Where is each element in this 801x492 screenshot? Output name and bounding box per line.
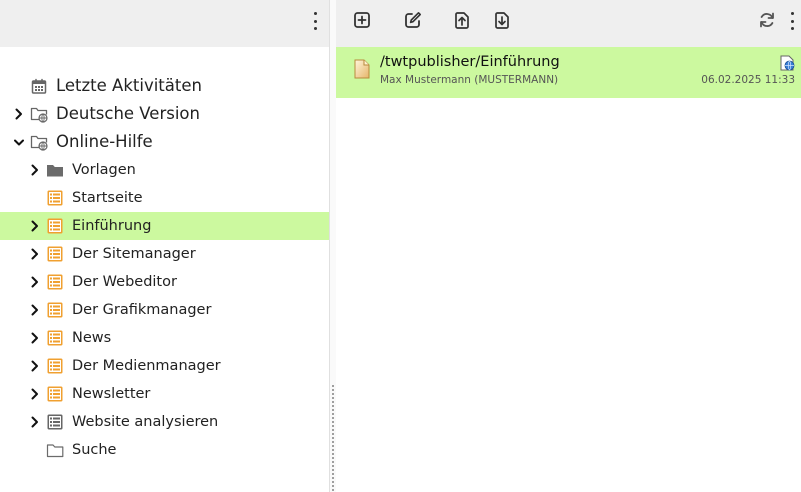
tree-item-label[interactable]: Vorlagen <box>72 156 136 184</box>
chevron-right-icon[interactable] <box>30 415 40 429</box>
tree-item[interactable]: Letzte Aktivitäten <box>0 72 329 100</box>
folder-outline-icon <box>46 444 64 458</box>
tree-item-label[interactable]: News <box>72 324 111 352</box>
tree-item-label[interactable]: Website analysieren <box>72 408 218 436</box>
tree-item-label[interactable]: Suche <box>72 436 116 464</box>
tree-item-label[interactable]: Der Sitemanager <box>72 240 196 268</box>
tree-item[interactable]: Deutsche Version <box>0 100 329 128</box>
page-list-icon <box>47 218 63 234</box>
document-date: 06.02.2025 11:33 <box>701 74 795 86</box>
tree-item[interactable]: Der Sitemanager <box>0 240 329 268</box>
tree-item[interactable]: Der Medienmanager <box>0 352 329 380</box>
tree-item-label[interactable]: Einführung <box>72 212 151 240</box>
tree-item[interactable]: Startseite <box>0 184 329 212</box>
tree-item[interactable]: Der Grafikmanager <box>0 296 329 324</box>
document-row[interactable]: /twtpublisher/Einführung Max Mustermann … <box>336 47 801 98</box>
document-path[interactable]: /twtpublisher/Einführung <box>380 54 560 70</box>
upload-icon[interactable] <box>452 10 472 30</box>
tree-item-label[interactable]: Der Webeditor <box>72 268 177 296</box>
right-toolbar <box>336 0 801 47</box>
site-tree: Letzte Aktivitäten Deutsche Version Online… <box>0 72 329 464</box>
splitter-grip[interactable] <box>332 384 334 492</box>
document-user: Max Mustermann (MUSTERMANN) <box>380 74 559 86</box>
chevron-right-icon[interactable] <box>30 331 40 345</box>
refresh-icon[interactable] <box>757 10 777 30</box>
chevron-right-icon[interactable] <box>30 219 40 233</box>
tree-item[interactable]: Online-Hilfe <box>0 128 329 156</box>
tree-item-label[interactable]: Online-Hilfe <box>56 128 153 156</box>
left-more-menu-icon[interactable] <box>313 12 317 30</box>
chevron-right-icon[interactable] <box>30 359 40 373</box>
page-list-icon <box>47 190 63 206</box>
page-list-icon <box>47 246 63 262</box>
globe-folder-icon <box>30 135 48 151</box>
download-icon[interactable] <box>492 10 512 30</box>
tree-item[interactable]: Einführung <box>0 212 329 240</box>
folder-icon <box>47 165 63 177</box>
page-list-icon <box>47 358 63 374</box>
page-list-icon <box>47 330 63 346</box>
chevron-right-icon[interactable] <box>30 387 40 401</box>
chevron-right-icon[interactable] <box>30 303 40 317</box>
chevron-right-icon[interactable] <box>30 163 40 177</box>
tree-item-label[interactable]: Startseite <box>72 184 143 212</box>
tree-item-label[interactable]: Der Medienmanager <box>72 352 221 380</box>
calendar-icon <box>31 78 47 94</box>
chevron-right-icon[interactable] <box>30 275 40 289</box>
tree-item-label[interactable]: Letzte Aktivitäten <box>56 72 202 100</box>
chevron-down-icon[interactable] <box>14 136 24 150</box>
tree-item-label[interactable]: Newsletter <box>72 380 150 408</box>
document-icon <box>354 59 370 79</box>
tree-item[interactable]: Website analysieren <box>0 408 329 436</box>
tree-item[interactable]: Suche <box>0 436 329 464</box>
page-list-icon <box>47 302 63 318</box>
tree-item[interactable]: Der Webeditor <box>0 268 329 296</box>
chevron-right-icon[interactable] <box>30 247 40 261</box>
gray-list-icon <box>47 414 63 430</box>
chevron-right-icon[interactable] <box>14 107 24 121</box>
right-more-menu-icon[interactable] <box>790 12 794 30</box>
published-web-icon <box>780 55 795 71</box>
left-toolbar <box>0 0 329 47</box>
globe-folder-icon <box>30 107 48 123</box>
tree-item-label[interactable]: Der Grafikmanager <box>72 296 211 324</box>
page-list-icon <box>47 274 63 290</box>
tree-item[interactable]: Newsletter <box>0 380 329 408</box>
page-list-icon <box>47 386 63 402</box>
tree-item-label[interactable]: Deutsche Version <box>56 100 200 128</box>
tree-item[interactable]: Vorlagen <box>0 156 329 184</box>
tree-item[interactable]: News <box>0 324 329 352</box>
pane-splitter[interactable] <box>329 0 336 492</box>
add-page-icon[interactable] <box>352 10 372 30</box>
content-pane: /twtpublisher/Einführung Max Mustermann … <box>336 0 801 492</box>
edit-icon[interactable] <box>403 10 423 30</box>
navigation-pane: Letzte Aktivitäten Deutsche Version Online… <box>0 0 329 492</box>
